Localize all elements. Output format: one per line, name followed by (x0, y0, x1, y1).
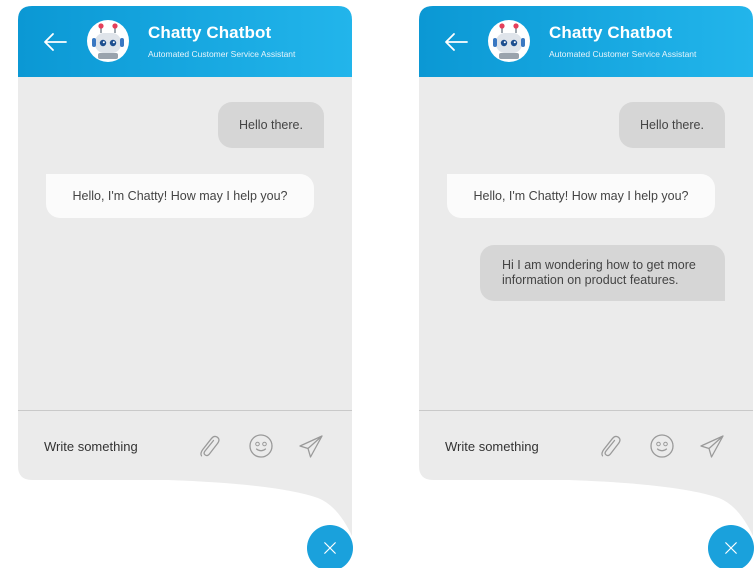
close-button[interactable] (307, 525, 353, 568)
header-subtitle: Automated Customer Service Assistant (148, 49, 296, 59)
message-bot: Hello, I'm Chatty! How may I help you? (447, 174, 715, 218)
paperclip-icon[interactable] (196, 433, 222, 459)
paper-plane-icon[interactable] (298, 433, 324, 459)
chat-header: Chatty Chatbot Automated Customer Servic… (18, 6, 352, 77)
close-icon (324, 542, 336, 554)
arrow-left-icon[interactable] (443, 32, 469, 52)
smiley-icon[interactable] (649, 433, 675, 459)
paperclip-icon[interactable] (597, 433, 623, 459)
composer-divider (419, 410, 753, 411)
close-button[interactable] (708, 525, 754, 568)
message-bot: Hello, I'm Chatty! How may I help you? (46, 174, 314, 218)
message-user: Hello there. (218, 102, 324, 148)
page-title: Chatty Chatbot (549, 23, 673, 42)
message-user: Hello there. (619, 102, 725, 148)
chat-widget-right: Chatty Chatbot Automated Customer Servic… (419, 6, 754, 568)
chat-header: Chatty Chatbot Automated Customer Servic… (419, 6, 753, 77)
robot-icon (87, 20, 129, 62)
message-user: Hi I am wondering how to get more inform… (480, 245, 725, 301)
message-input[interactable] (44, 435, 184, 457)
header-subtitle: Automated Customer Service Assistant (549, 49, 697, 59)
chat-widget-background (18, 6, 352, 536)
close-icon (725, 542, 737, 554)
paper-plane-icon[interactable] (699, 433, 725, 459)
composer-divider (18, 410, 352, 411)
chat-widget-left: Chatty Chatbot Automated Customer Servic… (18, 6, 353, 568)
smiley-icon[interactable] (248, 433, 274, 459)
arrow-left-icon[interactable] (42, 32, 68, 52)
page-title: Chatty Chatbot (148, 23, 272, 42)
message-input[interactable] (445, 435, 585, 457)
robot-icon (488, 20, 530, 62)
